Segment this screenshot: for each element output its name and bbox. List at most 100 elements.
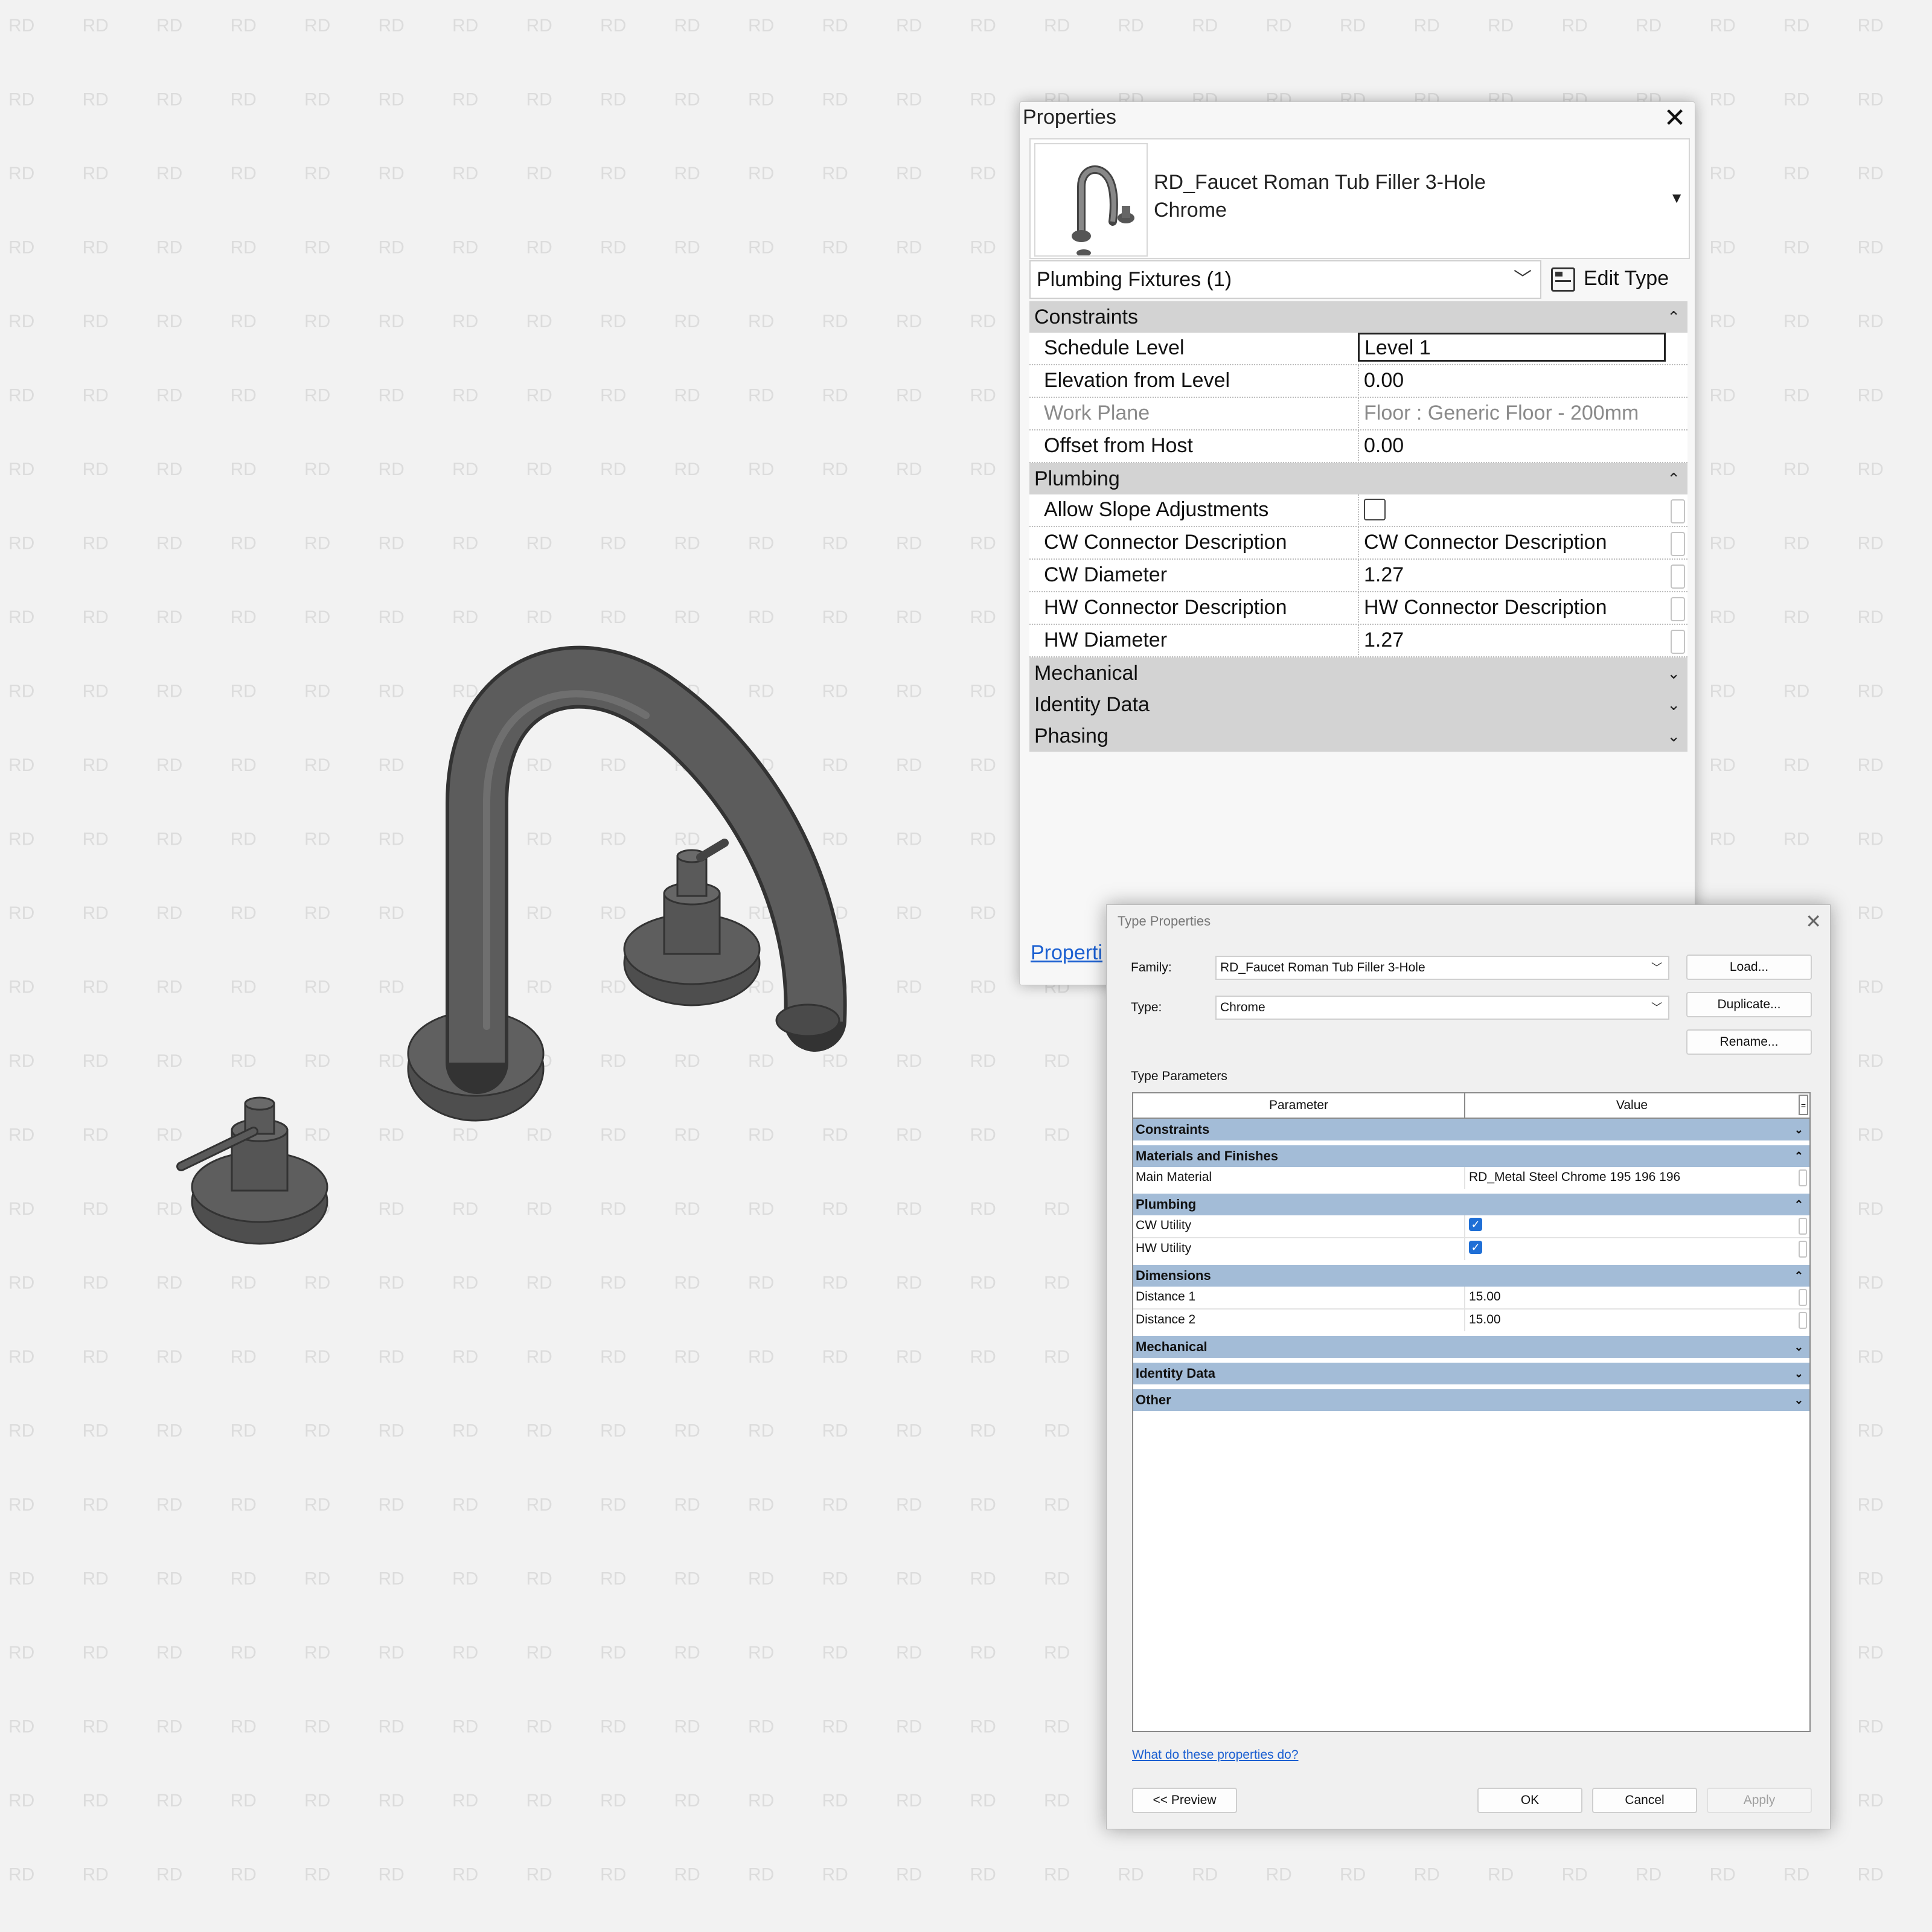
group-mechanical[interactable]: Mechanical ⌄ [1133,1336,1809,1363]
expand-icon[interactable]: ⌄ [1794,1363,1803,1384]
distance-2-value[interactable]: 15.00 [1464,1310,1784,1331]
watermark-text: RD [1044,1643,1070,1663]
property-row[interactable]: Allow Slope Adjustments [1029,494,1687,527]
watermark-text: RD [379,1569,405,1589]
property-row[interactable]: Offset from Host 0.00 [1029,430,1687,463]
watermark-text: RD [1044,1051,1070,1071]
allow-slope-checkbox[interactable] [1364,499,1386,521]
cw-utility-checkbox[interactable]: ✓ [1469,1218,1482,1232]
hw-utility-checkbox[interactable]: ✓ [1469,1241,1482,1255]
distance-1-value[interactable]: 15.00 [1464,1287,1784,1308]
help-link[interactable]: What do these properties do? [1132,1748,1299,1762]
expand-icon[interactable]: ⌄ [1667,657,1680,689]
hw-diameter-field[interactable]: 1.27 [1358,625,1666,655]
group-other[interactable]: Other ⌄ [1133,1389,1809,1416]
watermark-text: RD [822,1569,848,1589]
duplicate-button[interactable]: Duplicate... [1686,992,1812,1017]
watermark-text: RD [1562,1865,1588,1885]
cw-utility-value[interactable]: ✓ [1464,1215,1784,1237]
group-identity-data[interactable]: Identity Data ⌄ [1133,1363,1809,1389]
table-row[interactable]: Distance 2 15.00 [1133,1310,1809,1336]
main-material-value[interactable]: RD_Metal Steel Chrome 195 196 196 [1464,1167,1784,1189]
group-constraints[interactable]: Constraints ⌄ [1133,1119,1809,1145]
expand-icon[interactable]: ⌄ [1794,1389,1803,1411]
dropdown-arrow-icon[interactable]: ▼ [1669,190,1684,207]
hw-utility-value[interactable]: ✓ [1464,1238,1784,1260]
group-materials-finishes[interactable]: Materials and Finishes ⌃ [1133,1145,1809,1167]
group-dimensions[interactable]: Dimensions ⌃ [1133,1265,1809,1287]
group-mechanical[interactable]: Mechanical ⌄ [1029,657,1687,689]
property-row[interactable]: CW Connector Description CW Connector De… [1029,527,1687,560]
group-constraints[interactable]: Constraints ⌃ [1029,301,1687,333]
collapse-icon[interactable]: ⌃ [1667,463,1680,494]
expand-icon[interactable]: ⌄ [1794,1119,1803,1140]
type-label: Type: [1131,1000,1162,1014]
property-row[interactable]: Elevation from Level 0.00 [1029,365,1687,398]
cw-connector-field[interactable]: CW Connector Description [1358,527,1666,557]
watermark-text: RD [8,1717,34,1737]
rename-button[interactable]: Rename... [1686,1029,1812,1055]
expand-icon[interactable]: ⌄ [1667,689,1680,720]
elevation-field[interactable]: 0.00 [1358,365,1666,395]
edit-type-button[interactable]: Edit Type [1551,260,1687,299]
type-dropdown[interactable]: Chrome ﹀ [1215,996,1669,1020]
family-dropdown[interactable]: RD_Faucet Roman Tub Filler 3-Hole ﹀ [1215,956,1669,980]
associate-parameter-button[interactable] [1799,1241,1807,1258]
associate-parameter-button[interactable] [1671,630,1685,654]
category-filter-dropdown[interactable]: Plumbing Fixtures (1) ﹀ [1029,260,1541,299]
schedule-level-field[interactable]: Level 1 [1358,333,1666,362]
watermark-text: RD [452,1421,478,1441]
allow-slope-value[interactable] [1358,494,1666,525]
expand-icon[interactable]: ⌄ [1667,720,1680,752]
properties-palette[interactable]: Properties ✕ RD_Faucet Roman Tub Filler … [1019,101,1695,985]
type-selector[interactable]: RD_Faucet Roman Tub Filler 3-Hole Chrome… [1029,138,1690,259]
property-row[interactable]: CW Diameter 1.27 [1029,560,1687,592]
collapse-icon[interactable]: ⌃ [1794,1194,1803,1215]
group-plumbing[interactable]: Plumbing ⌃ [1133,1194,1809,1215]
table-row[interactable]: HW Utility ✓ [1133,1238,1809,1265]
watermark-text: RD [1858,1273,1884,1293]
expand-icon[interactable]: ⌄ [1794,1336,1803,1358]
watermark-text: RD [970,1347,996,1367]
watermark-text: RD [748,1569,774,1589]
cw-diameter-field[interactable]: 1.27 [1358,560,1666,590]
preview-button[interactable]: << Preview [1132,1788,1237,1813]
associate-parameter-button[interactable] [1799,1289,1807,1306]
group-plumbing[interactable]: Plumbing ⌃ [1029,463,1687,494]
load-button[interactable]: Load... [1686,955,1812,980]
watermark-text: RD [231,1569,257,1589]
table-row[interactable]: Main Material RD_Metal Steel Chrome 195 … [1133,1167,1809,1194]
type-properties-dialog[interactable]: Type Properties ✕ Family: RD_Faucet Roma… [1106,904,1831,1829]
property-row[interactable]: Schedule Level Level 1 [1029,333,1687,365]
associate-parameter-button[interactable] [1799,1169,1807,1186]
faucet-3d-view[interactable] [0,0,906,1328]
watermark-text: RD [1783,830,1809,849]
close-icon[interactable]: ✕ [1661,104,1689,132]
property-row[interactable]: HW Diameter 1.27 [1029,625,1687,657]
table-row[interactable]: Distance 1 15.00 [1133,1287,1809,1310]
associate-parameter-button[interactable] [1799,1312,1807,1329]
hw-connector-field[interactable]: HW Connector Description [1358,592,1666,622]
apply-button[interactable]: Apply [1707,1788,1812,1813]
group-identity-data[interactable]: Identity Data ⌄ [1029,689,1687,720]
associate-parameter-button[interactable] [1671,565,1685,589]
associate-parameter-button[interactable] [1671,597,1685,621]
ok-button[interactable]: OK [1477,1788,1582,1813]
associate-parameter-button[interactable] [1799,1218,1807,1235]
property-row[interactable]: HW Connector Description HW Connector De… [1029,592,1687,625]
group-phasing[interactable]: Phasing ⌄ [1029,720,1687,752]
properties-help-link[interactable]: Properti [1031,941,1102,965]
watermark-text: RD [231,1421,257,1441]
associate-parameter-button[interactable] [1671,532,1685,556]
collapse-icon[interactable]: ⌃ [1667,301,1680,333]
watermark-text: RD [8,1643,34,1663]
offset-field[interactable]: 0.00 [1358,430,1666,461]
collapse-icon[interactable]: ⌃ [1794,1265,1803,1287]
cancel-button[interactable]: Cancel [1592,1788,1697,1813]
table-row[interactable]: CW Utility ✓ [1133,1215,1809,1238]
column-header-extra[interactable]: = [1799,1095,1808,1115]
associate-parameter-button[interactable] [1671,499,1685,523]
watermark-text: RD [970,1199,996,1219]
close-icon[interactable]: ✕ [1805,910,1822,933]
collapse-icon[interactable]: ⌃ [1794,1145,1803,1167]
